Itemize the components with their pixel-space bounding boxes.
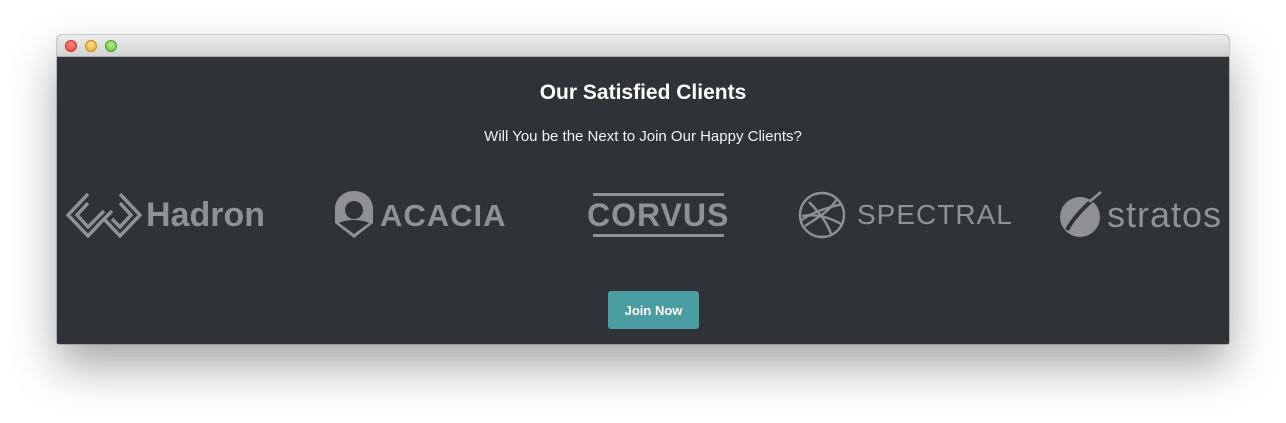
screenshot-stage: Our Satisfied Clients Will You be the Ne…	[0, 0, 1286, 423]
spectral-logo-icon	[798, 191, 846, 239]
client-name-hadron: Hadron	[146, 196, 265, 234]
client-logo-spectral: SPECTRAL	[797, 189, 1013, 241]
window-titlebar	[57, 35, 1229, 57]
client-logo-hadron: Hadron	[66, 189, 265, 241]
minimize-window-button[interactable]	[85, 40, 97, 52]
client-name-acacia: ACACIA	[380, 197, 507, 233]
client-name-corvus: CORVUS	[587, 197, 730, 233]
corvus-bottom-rule	[592, 234, 724, 237]
client-name-spectral: SPECTRAL	[857, 199, 1013, 230]
close-window-button[interactable]	[65, 40, 77, 52]
acacia-logo-icon	[335, 191, 373, 238]
section-subtitle: Will You be the Next to Join Our Happy C…	[484, 128, 802, 145]
browser-window: Our Satisfied Clients Will You be the Ne…	[57, 35, 1229, 344]
client-name-stratos: stratos	[1107, 194, 1223, 235]
clients-section: Our Satisfied Clients Will You be the Ne…	[57, 57, 1229, 344]
stratos-logo-icon	[1060, 191, 1102, 237]
client-logo-acacia: ACACIA	[333, 189, 507, 241]
join-now-button[interactable]: Join Now	[608, 291, 699, 329]
client-logos: Hadron ACACIA CORVUS SPECTRAL stratos	[57, 189, 1229, 241]
section-title: Our Satisfied Clients	[539, 81, 747, 104]
corvus-top-rule	[592, 193, 724, 196]
client-logo-corvus: CORVUS	[587, 189, 729, 241]
client-logo-stratos: stratos	[1059, 189, 1222, 241]
hadron-logo-icon	[66, 192, 142, 239]
zoom-window-button[interactable]	[105, 40, 117, 52]
